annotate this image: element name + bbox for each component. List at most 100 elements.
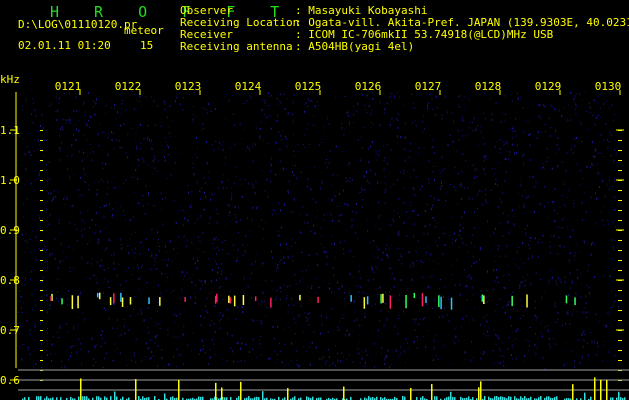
left-minor-tick — [40, 240, 43, 241]
right-tick — [618, 300, 622, 301]
left-minor-tick — [40, 130, 43, 131]
info-value: : A504HB(yagi 4el) — [295, 40, 415, 53]
meteor-echo — [109, 297, 112, 306]
meteor-echo — [363, 297, 366, 309]
activity-bar — [138, 396, 140, 400]
left-minor-tick — [40, 140, 43, 141]
activity-bar — [524, 396, 526, 400]
meteor-echo — [382, 293, 384, 303]
meteor-echo — [425, 296, 427, 303]
peak-bar — [606, 380, 608, 400]
meteor-echo — [96, 292, 99, 298]
left-minor-tick — [40, 320, 43, 321]
left-minor-tick — [40, 150, 43, 151]
x-tick-label: 0125 — [295, 80, 322, 93]
right-tick — [618, 290, 622, 291]
right-tick — [618, 180, 622, 181]
y-tick-label: 1.0 — [0, 174, 20, 187]
x-tick-label: 0130 — [595, 80, 622, 93]
activity-bar — [172, 396, 174, 400]
meteor-echo — [270, 297, 272, 308]
activity-bar — [514, 396, 516, 400]
activity-bar — [36, 396, 38, 400]
activity-bar — [402, 395, 404, 400]
activity-bar — [508, 396, 510, 400]
activity-bar — [520, 396, 522, 400]
peak-bar — [215, 382, 217, 400]
right-tick — [618, 240, 622, 241]
activity-bar — [496, 396, 498, 400]
activity-bar — [500, 396, 502, 400]
meteor-echo — [113, 293, 115, 304]
x-tick-label: 0128 — [475, 80, 502, 93]
y-tick-label: 0.7 — [0, 324, 20, 337]
peak-bar — [594, 377, 596, 400]
right-tick — [618, 360, 622, 361]
activity-bar — [86, 396, 88, 400]
peak-bar — [343, 386, 345, 400]
x-tick-label: 0123 — [175, 80, 202, 93]
right-tick — [618, 140, 622, 141]
activity-bar — [78, 396, 80, 400]
meteor-echo — [77, 295, 79, 309]
peak-bar — [135, 379, 137, 400]
activity-bar — [448, 396, 450, 400]
y-tick-label: 1.1 — [0, 124, 20, 137]
spectrogram: 1.1 1.0 0.9 0.8 0.7 0.6 0121 0122 0123 0124 0125 01… — [0, 80, 629, 400]
peak-bar — [480, 381, 482, 400]
meteor-echo — [526, 294, 528, 308]
meteor-echo — [121, 297, 124, 307]
right-tick — [618, 150, 622, 151]
right-tick — [618, 250, 622, 251]
x-tick-label: 0122 — [115, 80, 142, 93]
peak-bar — [287, 388, 289, 400]
meteor-echo — [214, 295, 217, 304]
activity-bar — [484, 396, 486, 400]
left-minor-tick — [40, 350, 43, 351]
activity-bar — [164, 393, 166, 400]
meteor-echo — [228, 295, 230, 303]
activity-bar — [434, 396, 436, 400]
meteor-echo — [511, 295, 513, 307]
file-path: D:\LOG\01110120.pr — [18, 18, 138, 31]
right-tick — [618, 330, 622, 331]
activity-bar — [46, 396, 48, 400]
activity-bar — [142, 396, 144, 400]
y-tick-label: 0.6 — [0, 374, 20, 387]
meteor-echo — [242, 294, 245, 305]
meteor-echo — [565, 295, 568, 304]
activity-bar — [368, 396, 370, 400]
meteor-echo — [405, 294, 407, 309]
meteor-echo — [438, 295, 440, 308]
right-tick — [618, 270, 622, 271]
y-tick-label: 0.8 — [0, 274, 20, 287]
left-minor-tick — [40, 270, 43, 271]
left-minor-tick — [40, 330, 43, 331]
meteor-echo — [98, 292, 101, 300]
activity-bar — [306, 396, 308, 400]
meteor-echo — [229, 297, 232, 304]
datetime: 02.01.11 01:20 — [18, 39, 111, 52]
meteor-echo — [413, 292, 416, 299]
peak-bar — [410, 387, 412, 400]
meteor-echo — [50, 296, 52, 302]
left-minor-tick — [40, 200, 43, 201]
mode-label: meteor — [124, 24, 164, 37]
x-tick-label: 0129 — [535, 80, 562, 93]
activity-bar — [468, 396, 470, 400]
meteor-echo — [366, 296, 369, 305]
left-minor-tick — [40, 280, 43, 281]
peak-bar — [240, 381, 242, 400]
activity-bar — [618, 391, 620, 400]
right-tick — [618, 230, 622, 231]
right-tick — [618, 170, 622, 171]
left-minor-tick — [40, 300, 43, 301]
right-tick — [618, 310, 622, 311]
peak-bar — [431, 384, 433, 400]
info-label: Receiving antenna — [180, 40, 293, 53]
activity-bar — [436, 396, 438, 400]
activity-bar — [110, 396, 112, 400]
left-minor-tick — [40, 170, 43, 171]
activity-bar — [262, 391, 264, 400]
activity-bar — [548, 396, 550, 400]
